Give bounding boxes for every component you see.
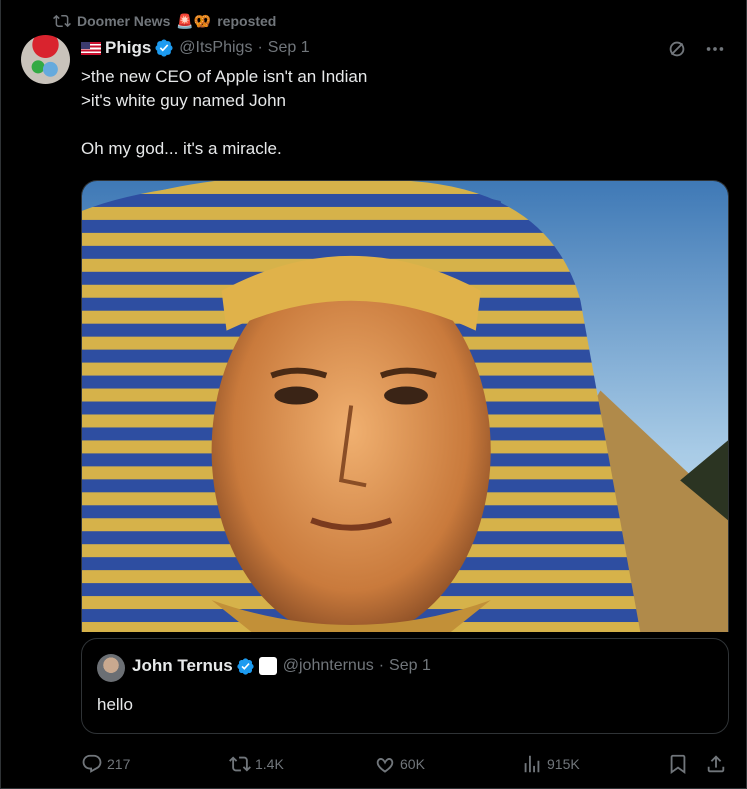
verified-icon	[237, 657, 254, 675]
author-name[interactable]: Phigs	[105, 38, 151, 58]
more-icon[interactable]	[704, 38, 726, 60]
repost-icon	[229, 756, 251, 772]
repost-user[interactable]: Doomer News	[77, 13, 170, 29]
share-icon	[707, 755, 725, 773]
repost-label: reposted	[217, 13, 277, 29]
tweet-line: Oh my god... it's a miracle.	[81, 139, 282, 158]
repost-count: 1.4K	[255, 756, 284, 772]
top-actions	[666, 38, 726, 60]
separator-dot: ·	[378, 657, 385, 674]
bookmark-button[interactable]	[667, 752, 689, 776]
tweet-text: >the new CEO of Apple isn't an Indian >i…	[81, 65, 367, 161]
tweet-header: Phigs @ItsPhigs · Sep 1	[81, 37, 310, 59]
tweet-line: >it's white guy named John	[81, 91, 287, 110]
bookmark-icon	[670, 754, 686, 775]
avatar[interactable]	[21, 35, 70, 84]
tweet-image[interactable]	[81, 180, 729, 632]
like-icon	[376, 758, 394, 773]
apple-affiliation-icon[interactable]	[258, 657, 277, 675]
us-flag-icon	[81, 41, 101, 55]
author-handle[interactable]: @ItsPhigs	[179, 39, 252, 57]
like-count: 60K	[400, 756, 425, 772]
reply-icon	[82, 754, 102, 773]
views-button[interactable]: 915K	[521, 752, 580, 776]
quote-author-handle[interactable]: @johnternus	[283, 657, 374, 675]
like-button[interactable]: 60K	[374, 752, 425, 776]
quoted-tweet[interactable]: John Ternus @johnternus · Sep 1 hello	[81, 638, 729, 734]
quote-header: John Ternus @johnternus · Sep 1	[132, 656, 431, 676]
view-count: 915K	[547, 756, 580, 772]
tweet-line: >the new CEO of Apple isn't an Indian	[81, 67, 368, 86]
pharaoh-image	[82, 181, 728, 632]
quote-author-name[interactable]: John Ternus	[132, 656, 233, 676]
repost-emoji: 🚨🥨	[176, 12, 212, 29]
views-icon	[524, 755, 540, 773]
grok-icon[interactable]	[666, 38, 688, 60]
repost-context[interactable]: Doomer News 🚨🥨 reposted	[53, 10, 276, 32]
reply-count: 217	[107, 756, 131, 772]
verified-icon	[155, 39, 173, 57]
tweet-line	[81, 113, 367, 137]
share-button[interactable]	[705, 752, 727, 776]
quote-text: hello	[97, 695, 133, 714]
repost-icon	[53, 14, 71, 28]
action-bar: 217 1.4K 60K 915K	[81, 752, 729, 776]
quote-avatar[interactable]	[97, 654, 125, 682]
repost-button[interactable]: 1.4K	[229, 752, 284, 776]
timestamp[interactable]: Sep 1	[268, 39, 310, 57]
separator-dot: ·	[257, 39, 263, 56]
tweet-card[interactable]: Doomer News 🚨🥨 reposted Phigs @ItsPhigs …	[0, 0, 747, 789]
quote-timestamp[interactable]: Sep 1	[389, 657, 431, 675]
reply-button[interactable]: 217	[81, 752, 130, 776]
